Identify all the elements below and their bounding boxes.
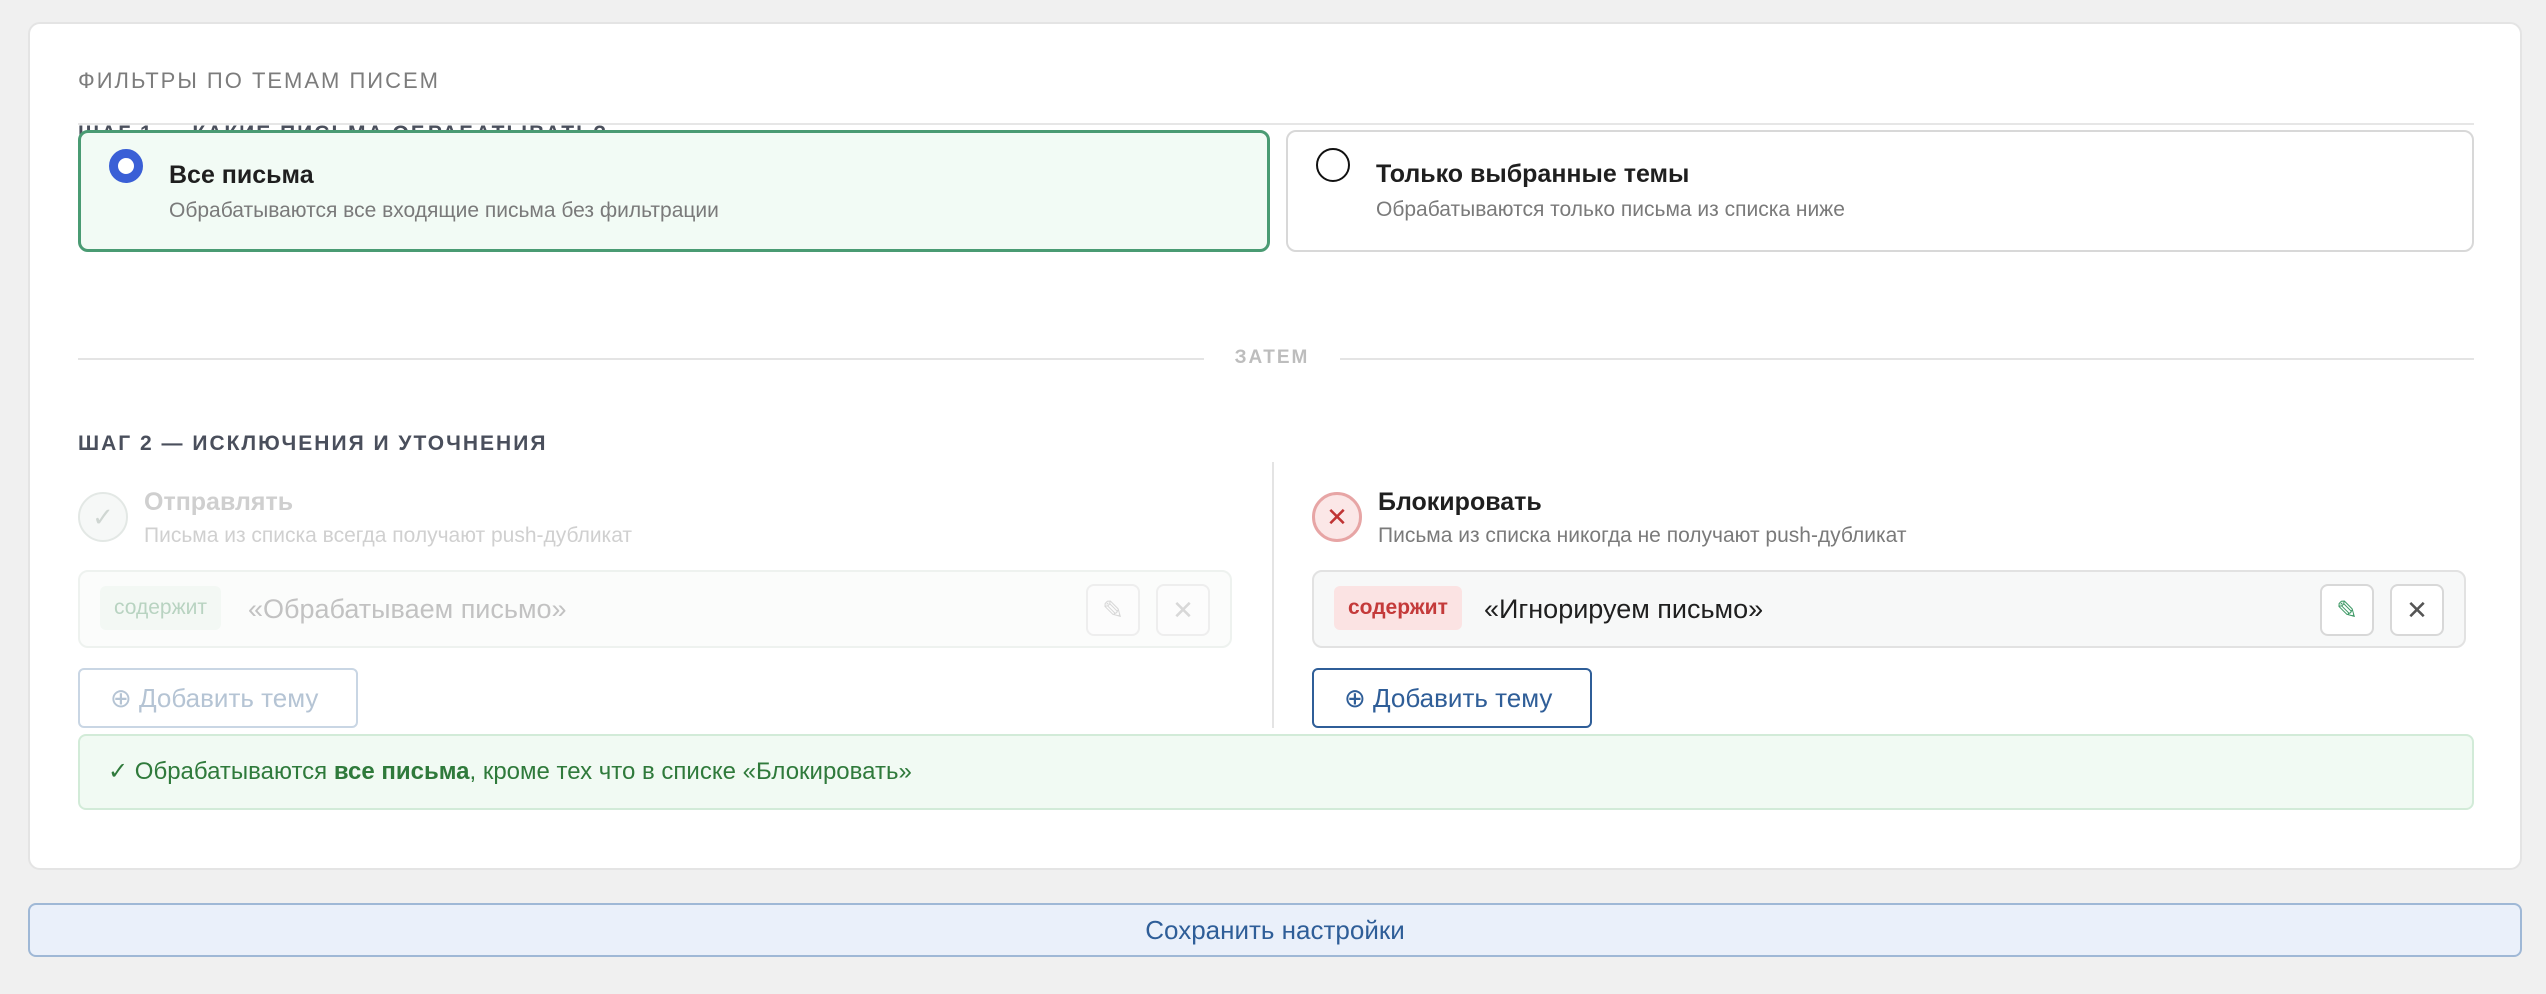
pencil-icon: ✎ bbox=[2336, 594, 2358, 625]
block-rule-delete-button[interactable]: ✕ bbox=[2390, 584, 2444, 636]
summary-bold: все письма bbox=[333, 758, 470, 785]
block-column: ✕ Блокировать Письма из списка никогда н… bbox=[1312, 462, 2476, 728]
step2-title: ШАГ 2 — ИСКЛЮЧЕНИЯ И УТОЧНЕНИЯ bbox=[78, 432, 548, 455]
block-desc: Письма из списка никогда не получают pus… bbox=[1378, 524, 1907, 547]
radio-selected-topics[interactable] bbox=[1316, 148, 1350, 182]
section-title: ФИЛЬТРЫ ПО ТЕМАМ ПИСЕМ bbox=[78, 68, 441, 93]
save-settings-button[interactable]: Сохранить настройки bbox=[28, 903, 2522, 957]
send-rule-tag: содержит bbox=[100, 586, 221, 630]
block-rule-edit-button[interactable]: ✎ bbox=[2320, 584, 2374, 636]
send-column: ✓ Отправлять Письма из списка всегда пол… bbox=[78, 462, 1260, 728]
block-rule-tag: содержит bbox=[1334, 586, 1462, 630]
pencil-icon: ✎ bbox=[1102, 594, 1124, 625]
summary-prefix: ✓ Обрабатываются bbox=[108, 758, 334, 785]
send-rule-row: содержит «Обрабатываем письмо» ✎ ✕ bbox=[78, 570, 1232, 648]
option-selected-topics[interactable]: Только выбранные темы Обрабатываются тол… bbox=[1286, 130, 2474, 252]
radio-all-emails[interactable] bbox=[109, 149, 143, 183]
then-divider-label: ЗАТЕМ bbox=[1234, 347, 1310, 368]
close-icon: ✕ bbox=[1172, 594, 1194, 625]
summary-suffix: , кроме тех что в списке «Блокировать» bbox=[469, 758, 912, 785]
option-selected-topics-desc: Обрабатываются только письма из списка н… bbox=[1376, 198, 1845, 221]
option-all-emails[interactable]: Все письма Обрабатываются все входящие п… bbox=[78, 130, 1270, 252]
block-add-topic-button[interactable]: ⊕ Добавить тему bbox=[1312, 668, 1592, 728]
send-rule-edit-button[interactable]: ✎ bbox=[1086, 584, 1140, 636]
check-icon: ✓ bbox=[78, 492, 128, 542]
send-rule-text: «Обрабатываем письмо» bbox=[248, 594, 567, 624]
option-all-emails-title: Все письма bbox=[169, 161, 314, 189]
option-selected-topics-title: Только выбранные темы bbox=[1376, 160, 1690, 188]
send-title: Отправлять bbox=[144, 488, 294, 516]
close-icon: ✕ bbox=[2406, 594, 2428, 625]
send-desc: Письма из списка всегда получают push-ду… bbox=[144, 524, 633, 547]
block-rule-text: «Игнорируем письмо» bbox=[1484, 594, 1764, 624]
option-all-emails-desc: Обрабатываются все входящие письма без ф… bbox=[169, 199, 719, 222]
block-title: Блокировать bbox=[1378, 488, 1542, 516]
then-divider-left bbox=[78, 358, 1204, 360]
send-rule-delete-button[interactable]: ✕ bbox=[1156, 584, 1210, 636]
topic-filters-card: ФИЛЬТРЫ ПО ТЕМАМ ПИСЕМ ШАГ 1 — КАКИЕ ПИС… bbox=[28, 22, 2522, 870]
cross-icon: ✕ bbox=[1312, 492, 1362, 542]
summary-banner: ✓ Обрабатываются все письма, кроме тех ч… bbox=[78, 734, 2474, 810]
then-divider-right bbox=[1340, 358, 2474, 360]
block-rule-row: содержит «Игнорируем письмо» ✎ ✕ bbox=[1312, 570, 2466, 648]
column-separator bbox=[1272, 462, 1274, 728]
send-add-topic-button[interactable]: ⊕ Добавить тему bbox=[78, 668, 358, 728]
